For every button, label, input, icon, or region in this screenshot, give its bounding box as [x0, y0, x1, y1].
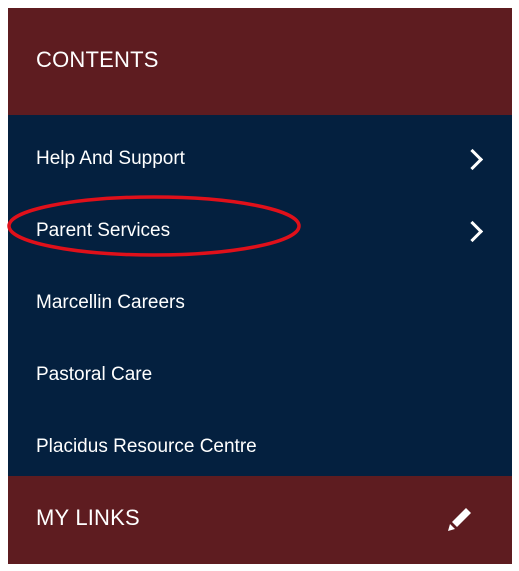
menu-item-label: Pastoral Care [36, 364, 153, 385]
menu-item-label: Marcellin Careers [36, 292, 185, 313]
menu-item-placidus-resource-centre[interactable]: Placidus Resource Centre [8, 411, 512, 483]
contents-menu: Help And Support Parent Services Marcell… [8, 115, 512, 476]
my-links-header: MY LINKS [8, 476, 512, 564]
menu-item-label: Help And Support [36, 148, 185, 169]
menu-item-label: Placidus Resource Centre [36, 436, 257, 457]
contents-header: CONTENTS [8, 8, 512, 115]
menu-item-label: Parent Services [36, 220, 171, 241]
menu-item-help-and-support[interactable]: Help And Support [8, 123, 512, 195]
menu-item-pastoral-care[interactable]: Pastoral Care [8, 339, 512, 411]
navigation-panel: CONTENTS Help And Support Parent Service… [7, 8, 512, 564]
contents-header-title: CONTENTS [36, 46, 159, 72]
menu-item-marcellin-careers[interactable]: Marcellin Careers [8, 267, 512, 339]
my-links-header-title: MY LINKS [36, 505, 140, 530]
menu-item-parent-services[interactable]: Parent Services [8, 195, 512, 267]
pencil-icon[interactable] [444, 502, 476, 534]
